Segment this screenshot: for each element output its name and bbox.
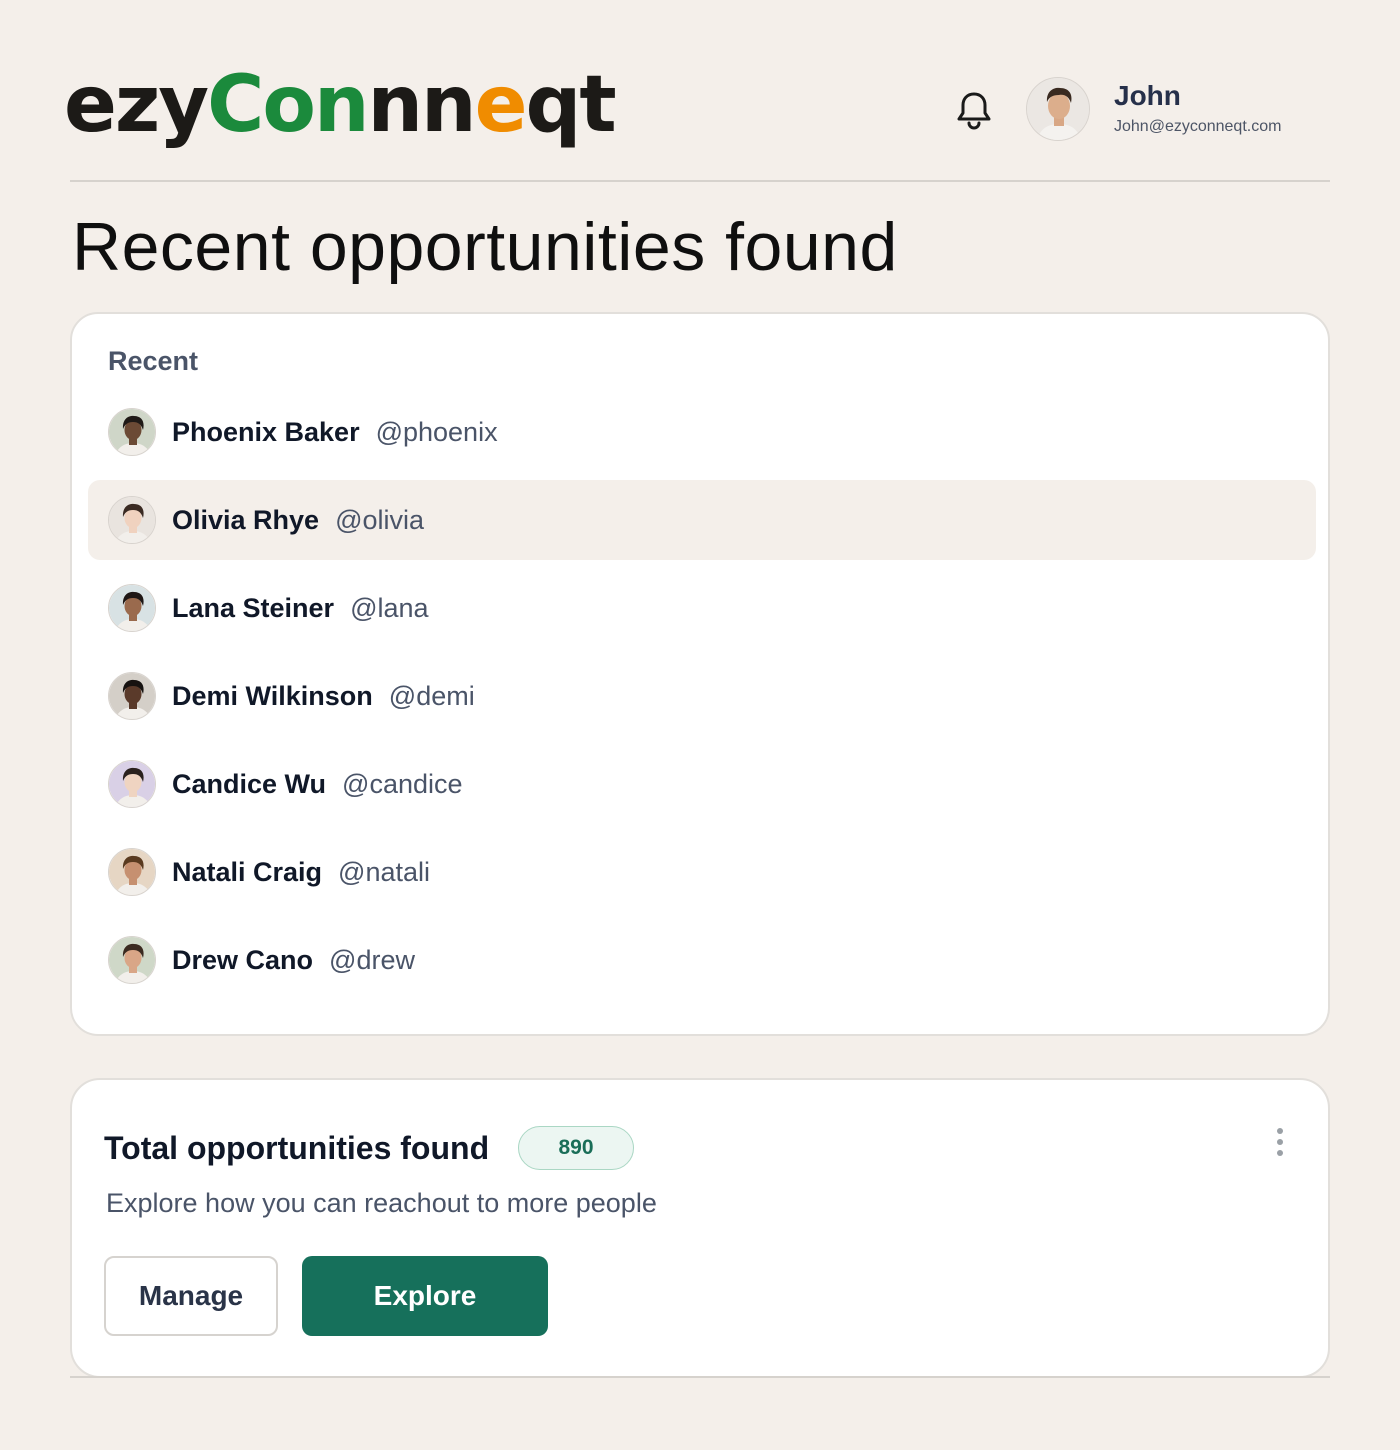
bottom-divider (70, 1376, 1330, 1378)
person-portrait (109, 849, 155, 895)
recent-item[interactable]: Olivia Rhye @olivia (88, 480, 1316, 560)
person-portrait (109, 409, 155, 455)
person-handle: @demi (388, 680, 475, 711)
person-portrait (109, 937, 155, 983)
recent-item[interactable]: Phoenix Baker @phoenix (88, 392, 1316, 472)
person-avatar (108, 496, 156, 544)
logo-part: q (525, 60, 581, 150)
recent-item[interactable]: Demi Wilkinson @demi (88, 656, 1316, 736)
page-title: Recent opportunities found (72, 209, 898, 285)
person-avatar (108, 408, 156, 456)
person-avatar (108, 672, 156, 720)
person-name: Lana Steiner (172, 592, 335, 623)
notifications-button[interactable] (950, 84, 998, 136)
logo-part-t: t (579, 60, 616, 150)
person-avatar (108, 760, 156, 808)
person-name: Drew Cano (172, 944, 314, 975)
recent-list: Phoenix Baker @phoenix Olivia Rhye @oliv… (88, 392, 1316, 1008)
person-avatar (108, 848, 156, 896)
logo-part: e (474, 60, 528, 150)
logo-part: t (579, 60, 616, 150)
logo-part: ezy (64, 60, 209, 150)
user-name: John (1114, 80, 1181, 111)
avatar-image (1027, 78, 1089, 140)
person-handle: @olivia (335, 504, 425, 535)
total-description: Explore how you can reachout to more peo… (106, 1188, 657, 1218)
recent-item[interactable]: Natali Craig @natali (88, 832, 1316, 912)
recent-label: Recent (108, 346, 199, 376)
person-handle: @lana (350, 592, 429, 623)
count-badge: 890 (518, 1126, 634, 1170)
person-portrait (109, 585, 155, 631)
person-handle: @natali (338, 856, 431, 887)
recent-item[interactable]: Lana Steiner @lana (88, 568, 1316, 648)
person-avatar (108, 936, 156, 984)
explore-button[interactable]: Explore (302, 1256, 548, 1336)
recent-item[interactable]: Drew Cano @drew (88, 920, 1316, 1000)
person-name: Phoenix Baker (172, 416, 360, 447)
header: ezyConnneqt John John@ezyconneqt.com (64, 60, 1330, 180)
more-options-button[interactable] (1262, 1120, 1298, 1164)
logo-part: Con (207, 60, 369, 150)
person-portrait (109, 673, 155, 719)
person-handle: @phoenix (375, 416, 498, 447)
more-vertical-icon-dot (1277, 1150, 1283, 1156)
person-name: Demi Wilkinson (172, 680, 373, 711)
logo[interactable]: ezyConnneqt (64, 60, 617, 150)
person-avatar (108, 584, 156, 632)
person-handle: @drew (329, 944, 415, 975)
user-avatar[interactable] (1026, 77, 1090, 141)
recent-item[interactable]: Candice Wu @candice (88, 744, 1316, 824)
more-vertical-icon (1277, 1128, 1283, 1134)
manage-button[interactable]: Manage (104, 1256, 278, 1336)
person-portrait (109, 761, 155, 807)
recent-card: Recent Phoenix Baker @phoenix Olivia Rhy… (70, 312, 1330, 1036)
person-name: Olivia Rhye (172, 504, 320, 535)
person-portrait (109, 497, 155, 543)
more-vertical-icon-dot (1277, 1139, 1283, 1145)
header-divider (70, 180, 1330, 182)
bell-icon (957, 92, 991, 130)
person-handle: @candice (342, 768, 463, 799)
person-name: Candice Wu (172, 768, 327, 799)
person-name: Natali Craig (172, 856, 323, 887)
user-email: John@ezyconneqt.com (1114, 118, 1282, 135)
total-title: Total opportunities found (104, 1130, 490, 1166)
logo-part: nn (367, 60, 477, 150)
total-card: Total opportunities found 890 Explore ho… (70, 1078, 1330, 1378)
